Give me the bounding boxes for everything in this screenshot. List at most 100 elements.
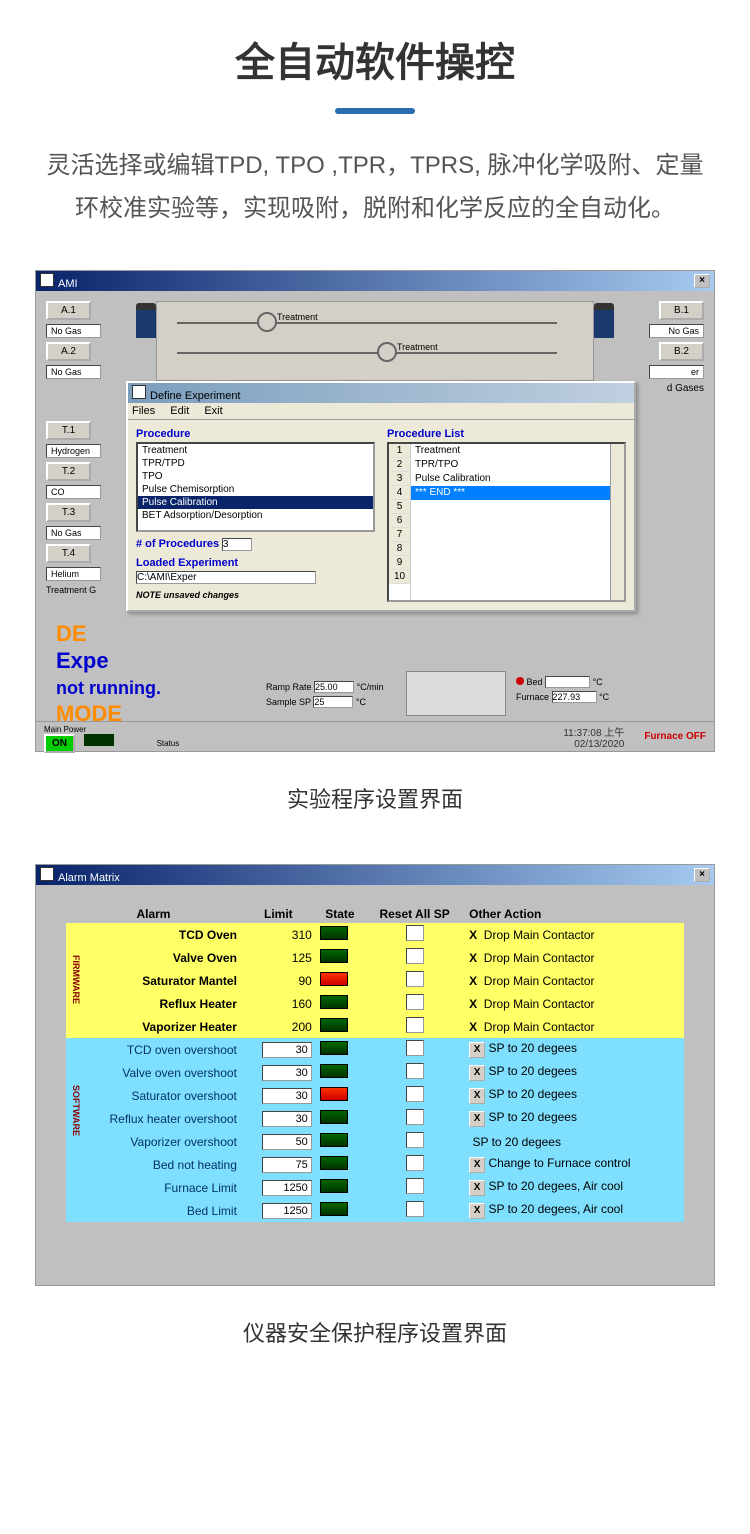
reset-checkbox[interactable] — [406, 1040, 424, 1056]
reset-checkbox[interactable] — [406, 948, 424, 964]
reset-checkbox[interactable] — [406, 1109, 424, 1125]
alarm-limit-input[interactable] — [262, 1180, 312, 1196]
alarm-action: X Change to Furnace control — [465, 1153, 684, 1176]
reset-checkbox[interactable] — [406, 1178, 424, 1194]
gas-t1-button[interactable]: T.1 — [46, 421, 91, 440]
valve-icon[interactable] — [377, 342, 397, 362]
action-x-button[interactable]: X — [469, 1157, 485, 1173]
alarm-limit: 125 — [241, 946, 316, 969]
row-num[interactable]: 2 — [389, 458, 410, 472]
row-num[interactable]: 8 — [389, 542, 410, 556]
state-led-icon — [320, 1179, 348, 1193]
state-led-icon — [320, 1087, 348, 1101]
close-button[interactable]: × — [694, 274, 710, 288]
action-x-marker: X — [469, 928, 477, 942]
alarm-limit-input[interactable] — [262, 1203, 312, 1219]
alarm-limit-input[interactable] — [262, 1065, 312, 1081]
alarm-limit-input[interactable] — [262, 1157, 312, 1173]
menu-files[interactable]: Files — [132, 405, 155, 417]
gas-a2-button[interactable]: A.2 — [46, 342, 91, 361]
gas-t4-value[interactable]: Helium — [46, 567, 101, 581]
procedure-list-box[interactable]: 12345678910 Treatment TPR/TPO Pulse Cali… — [387, 442, 626, 602]
proclist-item-end[interactable]: *** END *** — [411, 486, 610, 500]
reset-checkbox[interactable] — [406, 925, 424, 941]
proc-item[interactable]: TPR/TPD — [138, 457, 373, 470]
gas-a1-value[interactable]: No Gas — [46, 324, 101, 338]
reset-checkbox[interactable] — [406, 1017, 424, 1033]
row-num[interactable]: 9 — [389, 556, 410, 570]
gas-t2-value[interactable]: CO — [46, 485, 101, 499]
row-num[interactable]: 1 — [389, 444, 410, 458]
procedure-listbox[interactable]: Treatment TPR/TPD TPO Pulse Chemisorptio… — [136, 442, 375, 532]
reset-checkbox[interactable] — [406, 971, 424, 987]
menu-exit[interactable]: Exit — [204, 405, 222, 417]
gas-t2-button[interactable]: T.2 — [46, 462, 91, 481]
left-gas-panel: A.1 No Gas A.2 No Gas — [46, 301, 101, 383]
row-num[interactable]: 5 — [389, 500, 410, 514]
valve-icon[interactable] — [257, 312, 277, 332]
action-x-button[interactable]: X — [469, 1065, 485, 1081]
action-x-button[interactable]: X — [469, 1180, 485, 1196]
proc-item-selected[interactable]: Pulse Calibration — [138, 496, 373, 509]
state-led-icon — [320, 1041, 348, 1055]
row-num[interactable]: 3 — [389, 472, 410, 486]
gas-t3-button[interactable]: T.3 — [46, 503, 91, 522]
action-x-button[interactable]: X — [469, 1042, 485, 1058]
action-x-button[interactable]: X — [469, 1088, 485, 1104]
gas-t3-value[interactable]: No Gas — [46, 526, 101, 540]
action-x-button[interactable]: X — [469, 1203, 485, 1219]
proc-item[interactable]: Treatment — [138, 444, 373, 457]
menu-edit[interactable]: Edit — [170, 405, 189, 417]
row-num[interactable]: 4 — [389, 486, 410, 500]
gas-b2-value[interactable]: er — [649, 365, 704, 379]
num-procedures-label: # of Procedures — [136, 538, 219, 550]
ramp-rate-input[interactable] — [314, 681, 354, 693]
gas-b1-button[interactable]: B.1 — [659, 301, 704, 320]
reset-checkbox[interactable] — [406, 994, 424, 1010]
row-num[interactable]: 6 — [389, 514, 410, 528]
action-x-button[interactable]: X — [469, 1111, 485, 1127]
alarm-limit-input[interactable] — [262, 1111, 312, 1127]
alarm-limit-input[interactable] — [262, 1042, 312, 1058]
state-led-icon — [320, 1202, 348, 1216]
reset-checkbox[interactable] — [406, 1201, 424, 1217]
reset-checkbox[interactable] — [406, 1132, 424, 1148]
loaded-exp-label: Loaded Experiment — [136, 557, 375, 569]
proc-item[interactable]: BET Adsorption/Desorption — [138, 509, 373, 522]
gas-t1-value[interactable]: Hydrogen — [46, 444, 101, 458]
software-alarm-row: TCD oven overshoot X SP to 20 degees — [66, 1038, 684, 1061]
proclist-item[interactable]: Pulse Calibration — [411, 472, 610, 486]
loaded-exp-input[interactable] — [136, 571, 316, 584]
gas-t4-button[interactable]: T.4 — [46, 544, 91, 563]
demo-mode-overlay: DE Expe not running. MODE — [56, 621, 161, 727]
software-alarm-row: Saturator overshoot X SP to 20 degees — [66, 1084, 684, 1107]
row-num[interactable]: 10 — [389, 570, 410, 584]
power-on-button[interactable]: ON — [44, 734, 75, 753]
alarm-limit-input[interactable] — [262, 1088, 312, 1104]
gas-a1-button[interactable]: A.1 — [46, 301, 91, 320]
status-label: Status — [157, 739, 180, 748]
action-x-marker: X — [469, 997, 477, 1011]
proclist-item[interactable]: TPR/TPO — [411, 458, 610, 472]
bed-dot-icon — [516, 677, 524, 685]
proclist-item[interactable] — [411, 500, 610, 503]
gas-b1-value[interactable]: No Gas — [649, 324, 704, 338]
gas-b2-button[interactable]: B.2 — [659, 342, 704, 361]
caption-1: 实验程序设置界面 — [0, 782, 750, 814]
proc-item[interactable]: TPO — [138, 470, 373, 483]
row-num[interactable]: 7 — [389, 528, 410, 542]
num-procedures-input[interactable] — [222, 538, 252, 551]
proclist-item[interactable]: Treatment — [411, 444, 610, 458]
reset-checkbox[interactable] — [406, 1063, 424, 1079]
proc-item[interactable]: Pulse Chemisorption — [138, 483, 373, 496]
reset-checkbox[interactable] — [406, 1086, 424, 1102]
reset-checkbox[interactable] — [406, 1155, 424, 1171]
close-button[interactable]: × — [694, 868, 710, 882]
sample-sp-input[interactable] — [313, 696, 353, 708]
alarm-state — [316, 1199, 364, 1222]
alarm-limit-input[interactable] — [262, 1134, 312, 1150]
scrollbar[interactable] — [610, 444, 624, 600]
gas-a2-value[interactable]: No Gas — [46, 365, 101, 379]
alarm-action: X Drop Main Contactor — [465, 1015, 684, 1038]
state-led-icon — [320, 926, 348, 940]
